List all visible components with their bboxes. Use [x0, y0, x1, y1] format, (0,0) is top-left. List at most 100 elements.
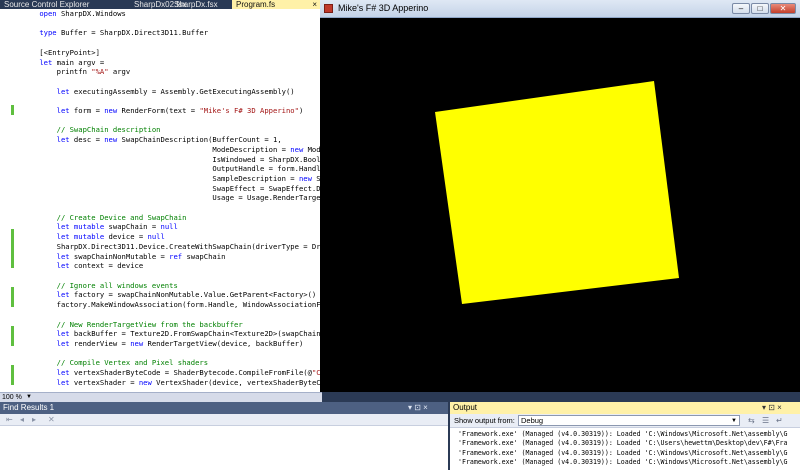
keyword-token: new — [298, 173, 312, 183]
chevron-down-icon[interactable]: ▼ — [26, 393, 32, 402]
output-text[interactable]: 'Framework.exe' (Managed (v4.0.30319)): … — [458, 430, 788, 467]
keyword-token: let — [56, 135, 70, 145]
code-token: [<EntryPoint>] — [22, 47, 100, 57]
code-line[interactable]: printfn "%A" argv — [22, 67, 322, 77]
code-line[interactable]: let mutable swapChain = null — [22, 222, 322, 232]
code-line[interactable]: let factory = swapChainNonMutable.Value.… — [22, 290, 322, 300]
code-line[interactable]: [<EntryPoint>] — [22, 48, 322, 58]
chevron-down-icon[interactable]: ▼ — [731, 416, 737, 426]
code-line[interactable]: let mutable device = null — [22, 232, 322, 242]
tab-label: Source Control Explorer — [4, 0, 90, 9]
code-line[interactable] — [22, 116, 322, 126]
output-line: 'Framework.exe' (Managed (v4.0.30319)): … — [458, 448, 788, 457]
code-token: ModeDescription = — [22, 144, 291, 154]
output-header[interactable]: Output ▾ ⊡ × — [450, 402, 800, 414]
keyword-token: let — [56, 86, 70, 96]
clear-all-icon[interactable]: ☰ — [762, 416, 769, 425]
code-line[interactable] — [22, 96, 322, 106]
code-token: ) — [298, 106, 304, 116]
code-line[interactable]: let context = device — [22, 261, 322, 271]
code-line[interactable] — [22, 349, 322, 359]
render-window-titlebar[interactable]: Mike's F# 3D Apperino – □ ✕ — [320, 0, 800, 18]
code-line[interactable] — [22, 203, 322, 213]
code-line[interactable]: // Ignore all windows events — [22, 281, 322, 291]
find-results-header[interactable]: Find Results 1 ▾ ⊡ × — [0, 402, 448, 414]
yellow-quad — [435, 81, 679, 304]
code-line[interactable]: let swapChainNonMutable = ref swapChain — [22, 252, 322, 262]
toggle-word-wrap-icon[interactable]: ↵ — [776, 416, 783, 425]
tab-source-control-explorer[interactable]: Source Control Explorer — [0, 0, 100, 9]
code-line[interactable]: ModeDescription = new ModeDescri — [22, 145, 322, 155]
next-result-icon[interactable]: ▸ — [32, 415, 36, 424]
editor-gutter — [0, 9, 18, 392]
close-button[interactable]: ✕ — [770, 3, 796, 14]
keyword-token: null — [160, 222, 178, 232]
code-line[interactable]: let main argv = — [22, 58, 322, 68]
render-viewport — [320, 18, 800, 392]
code-line[interactable]: // SwapChain description — [22, 125, 322, 135]
code-line[interactable]: let desc = new SwapChainDescription(Buff… — [22, 135, 322, 145]
keyword-token: new — [104, 135, 118, 145]
code-line[interactable] — [22, 38, 322, 48]
clear-results-icon[interactable]: ✕ — [48, 415, 55, 424]
code-line[interactable]: SwapEffect = SwapEffect.Discard, — [22, 184, 322, 194]
code-line[interactable]: SampleDescription = new SampleDe — [22, 174, 322, 184]
code-line[interactable]: // Compile Vertex and Pixel shaders — [22, 358, 322, 368]
comment-token: // Compile Vertex and Pixel shaders — [22, 358, 209, 368]
panel-window-controls[interactable]: ▾ ⊡ × — [408, 402, 428, 414]
code-line[interactable]: type Buffer = SharpDX.Direct3D11.Buffer — [22, 28, 322, 38]
code-line[interactable]: let renderView = new RenderTargetView(de… — [22, 339, 322, 349]
code-line[interactable]: let executingAssembly = Assembly.GetExec… — [22, 87, 322, 97]
render-window[interactable]: Mike's F# 3D Apperino – □ ✕ — [320, 0, 800, 392]
zoom-level[interactable]: 100 % — [2, 393, 22, 402]
code-line[interactable] — [22, 19, 322, 29]
keyword-token: let — [56, 377, 70, 387]
change-marker — [11, 105, 14, 115]
code-line[interactable]: let form = new RenderForm(text = "Mike's… — [22, 106, 322, 116]
code-line[interactable]: open SharpDX.Windows — [22, 9, 322, 19]
source-code[interactable]: open SharpDX.Windows type Buffer = Sharp… — [22, 9, 322, 392]
keyword-token: let — [56, 106, 70, 116]
code-line[interactable] — [22, 77, 322, 87]
code-line[interactable] — [22, 310, 322, 320]
minimize-button[interactable]: – — [732, 3, 750, 14]
keyword-token: type — [39, 28, 57, 38]
find-message-icon[interactable]: ⇆ — [748, 416, 755, 425]
string-token: "%A" — [91, 67, 109, 77]
code-editor[interactable]: open SharpDX.Windows type Buffer = Sharp… — [0, 9, 322, 392]
code-line[interactable]: // Create Device and SwapChain — [22, 213, 322, 223]
change-marker — [11, 287, 14, 307]
code-token: RenderForm(text = — [117, 106, 200, 116]
code-line[interactable]: IsWindowed = SharpDX.Bool(true), — [22, 155, 322, 165]
code-line[interactable]: // New RenderTargetView from the backbuf… — [22, 320, 322, 330]
maximize-button[interactable]: □ — [751, 3, 769, 14]
panel-window-controls[interactable]: ▾ ⊡ × — [762, 402, 782, 414]
tab-sharpdx-fsx[interactable]: SharpDx.fsx — [170, 0, 230, 9]
code-line[interactable] — [22, 271, 322, 281]
code-line[interactable]: factory.MakeWindowAssociation(form.Handl… — [22, 300, 322, 310]
panel-title: Find Results 1 — [3, 403, 55, 412]
code-token: form = — [69, 106, 105, 116]
output-line: 'Framework.exe' (Managed (v4.0.30319)): … — [458, 439, 788, 448]
code-line[interactable]: let vertexShaderByteCode = ShaderBytecod… — [22, 368, 322, 378]
code-line[interactable]: let vertexShader = new VertexShader(devi… — [22, 378, 322, 388]
code-line[interactable]: SharpDX.Direct3D11.Device.CreateWithSwap… — [22, 242, 322, 252]
code-token: main argv = — [52, 57, 105, 67]
close-tab-icon[interactable]: × — [312, 0, 317, 9]
code-line[interactable]: Usage = Usage.RenderTargetOutput — [22, 193, 322, 203]
output-panel: Output ▾ ⊡ × Show output from: Debug ▼ ⇆… — [448, 402, 800, 470]
output-source-select[interactable]: Debug ▼ — [518, 415, 740, 426]
tab-program-fs[interactable]: Program.fs × — [232, 0, 320, 9]
output-source-value: Debug — [521, 416, 544, 425]
keyword-token: open — [39, 9, 57, 18]
code-line[interactable]: OutputHandle = form.Handle, — [22, 164, 322, 174]
code-token: factory = swapChainNonMutable.Value.GetP… — [69, 290, 317, 300]
previous-result-icon[interactable]: ◂ — [20, 415, 24, 424]
go-to-location-icon[interactable]: ⇤ — [6, 415, 13, 424]
code-line[interactable]: let backBuffer = Texture2D.FromSwapChain… — [22, 329, 322, 339]
